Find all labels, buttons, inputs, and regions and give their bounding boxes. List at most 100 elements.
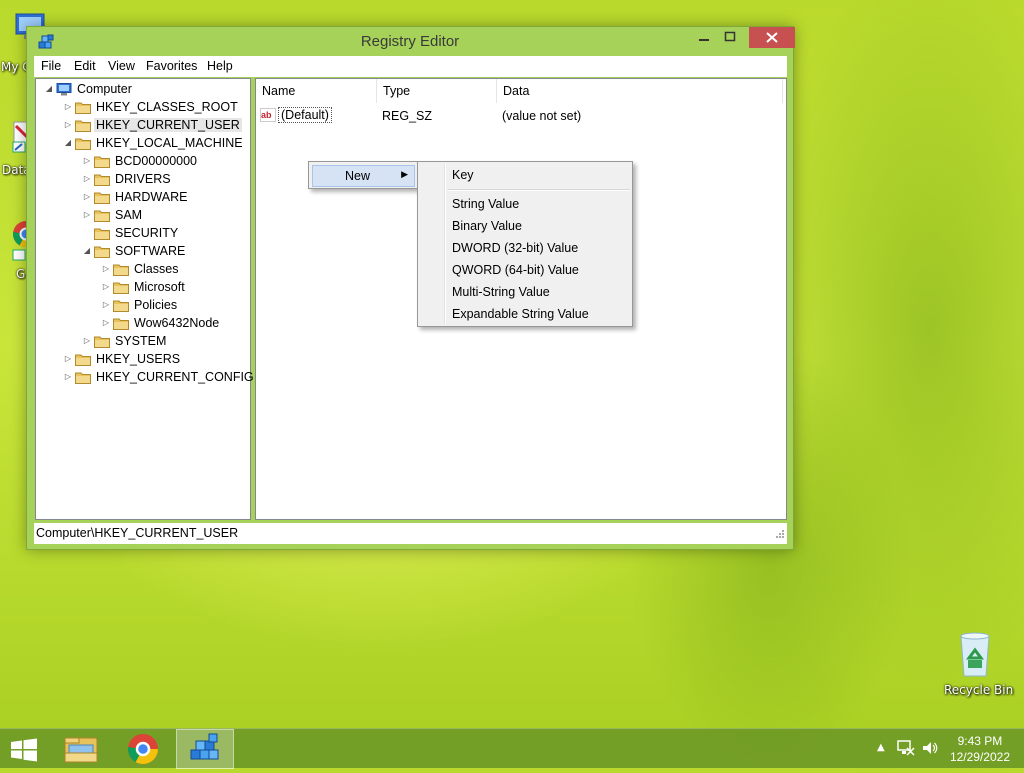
expand-arrow-icon[interactable]: ▷	[63, 102, 73, 112]
tree-node-label: HKEY_CURRENT_CONFIG	[96, 370, 254, 384]
folder-icon	[94, 335, 110, 348]
status-path: Computer\HKEY_CURRENT_USER	[36, 526, 239, 540]
tree-node[interactable]: ▷ Classes	[101, 260, 180, 278]
expand-arrow-icon[interactable]: ▷	[82, 210, 92, 220]
tree-node[interactable]: SECURITY	[82, 224, 180, 242]
desktop-icon-label: G	[16, 267, 26, 281]
tree-node[interactable]: ▷ Wow6432Node	[101, 314, 221, 332]
expand-arrow-icon[interactable]: ▷	[63, 372, 73, 382]
taskbar-google-chrome[interactable]	[114, 729, 172, 769]
tree-node-label: Policies	[134, 298, 178, 312]
maximize-icon	[724, 31, 736, 42]
tree-node[interactable]: ▷ HKEY_USERS	[63, 350, 182, 368]
tree-node[interactable]: ◢ SOFTWARE	[82, 242, 187, 260]
tree-node[interactable]: ▷ HKEY_CURRENT_CONFIG	[63, 368, 256, 386]
value-row[interactable]: ab (Default)	[260, 106, 332, 124]
folder-icon	[75, 101, 91, 114]
tree-node-label: DRIVERS	[115, 172, 171, 186]
expand-arrow-icon[interactable]: ▷	[82, 156, 92, 166]
expand-arrow-icon[interactable]: ▷	[82, 192, 92, 202]
tree-node[interactable]: ▷ SAM	[82, 206, 144, 224]
resize-grip-icon[interactable]	[775, 528, 785, 542]
collapse-arrow-icon[interactable]: ◢	[44, 84, 54, 94]
tree-node-label: Computer	[77, 82, 132, 96]
menu-view[interactable]: View	[108, 58, 135, 74]
expand-arrow-icon[interactable]: ▷	[63, 354, 73, 364]
submenu-item-dword-value[interactable]: DWORD (32-bit) Value	[452, 238, 578, 258]
expand-arrow-icon[interactable]: ▷	[101, 264, 111, 274]
folder-icon	[94, 227, 110, 240]
svg-text:ab: ab	[261, 110, 272, 120]
collapse-arrow-icon[interactable]: ◢	[82, 246, 92, 256]
taskbar-registry-editor[interactable]	[176, 729, 234, 769]
new-submenu: Key String Value Binary Value DWORD (32-…	[417, 161, 633, 327]
expand-arrow-icon[interactable]: ▷	[101, 282, 111, 292]
folder-icon	[75, 137, 91, 150]
show-hidden-icons-icon[interactable]: ▲	[877, 742, 885, 753]
column-header-name[interactable]: Name	[256, 79, 377, 103]
submenu-item-multi-string-value[interactable]: Multi-String Value	[452, 282, 550, 302]
value-name: (Default)	[278, 107, 332, 123]
tree-node-label: HKEY_USERS	[96, 352, 181, 366]
folder-icon	[94, 155, 110, 168]
system-clock[interactable]: 9:43 PM 12/29/2022	[950, 733, 1010, 765]
close-icon	[766, 32, 778, 43]
minimize-button[interactable]	[691, 27, 717, 48]
collapse-arrow-icon[interactable]: ◢	[63, 138, 73, 148]
recycle-bin-icon	[960, 632, 990, 677]
expand-arrow-icon[interactable]: ▷	[63, 120, 73, 130]
menu-help[interactable]: Help	[207, 58, 233, 74]
clock-time: 9:43 PM	[957, 734, 1003, 748]
tree-node-label: HARDWARE	[115, 190, 188, 204]
tree-node-label: SECURITY	[115, 226, 179, 240]
tree-node[interactable]: ▷ Microsoft	[101, 278, 187, 296]
taskbar: ▲ 9:43 PM 12/29/2022	[0, 728, 1024, 769]
volume-icon[interactable]	[921, 740, 939, 759]
column-header-type[interactable]: Type	[377, 79, 497, 103]
start-button[interactable]	[10, 738, 38, 765]
tree-node[interactable]: ◢ Computer	[44, 80, 134, 98]
close-button[interactable]	[749, 27, 795, 48]
folder-icon	[94, 209, 110, 222]
menu-favorites[interactable]: Favorites	[146, 58, 197, 74]
submenu-item-qword-value[interactable]: QWORD (64-bit) Value	[452, 260, 579, 280]
title-bar[interactable]: Registry Editor	[27, 27, 795, 57]
chrome-icon	[128, 734, 158, 765]
tree-node[interactable]: ◢ HKEY_LOCAL_MACHINE	[63, 134, 245, 152]
context-menu-item-new[interactable]: New ▶	[312, 165, 415, 187]
tree-node[interactable]: ▷ SYSTEM	[82, 332, 168, 350]
computer-icon	[56, 82, 72, 96]
tree-connector	[82, 228, 92, 238]
tree-node[interactable]: ▷ Policies	[101, 296, 179, 314]
desktop-icon-recycle-bin[interactable]	[955, 630, 995, 680]
tree-node[interactable]: ▷ HKEY_CURRENT_USER	[63, 116, 242, 134]
tree-node[interactable]: ▷ HARDWARE	[82, 188, 189, 206]
submenu-item-string-value[interactable]: String Value	[452, 194, 519, 214]
submenu-item-binary-value[interactable]: Binary Value	[452, 216, 522, 236]
status-bar: Computer\HKEY_CURRENT_USER	[34, 523, 787, 544]
tree-node[interactable]: ▷ HKEY_CLASSES_ROOT	[63, 98, 240, 116]
submenu-item-expandable-string-value[interactable]: Expandable String Value	[452, 304, 589, 324]
menu-bar: File Edit View Favorites Help	[34, 56, 787, 77]
registry-tree[interactable]: ◢ Computer ▷ HKEY_CLASSES_ROOT ▷ HKEY_CURRENT…	[35, 78, 254, 520]
expand-arrow-icon[interactable]: ▷	[82, 174, 92, 184]
tree-node-label: SYSTEM	[115, 334, 167, 348]
column-header-data[interactable]: Data	[497, 79, 783, 103]
tree-node[interactable]: ▷ DRIVERS	[82, 170, 173, 188]
expand-arrow-icon[interactable]: ▷	[101, 300, 111, 310]
tree-node-label: Wow6432Node	[134, 316, 220, 330]
tree-node-label: Microsoft	[134, 280, 185, 294]
expand-arrow-icon[interactable]: ▷	[101, 318, 111, 328]
menu-file[interactable]: File	[41, 58, 61, 74]
tree-node[interactable]: ▷ BCD00000000	[82, 152, 199, 170]
submenu-item-key[interactable]: Key	[452, 165, 474, 185]
tree-node-label: HKEY_CLASSES_ROOT	[96, 100, 238, 114]
maximize-button[interactable]	[717, 27, 743, 48]
folder-icon	[75, 119, 91, 132]
taskbar-file-explorer[interactable]	[52, 729, 110, 769]
string-value-icon: ab	[260, 108, 276, 122]
network-icon[interactable]	[897, 740, 915, 759]
expand-arrow-icon[interactable]: ▷	[82, 336, 92, 346]
context-menu: New ▶	[308, 161, 418, 189]
menu-edit[interactable]: Edit	[74, 58, 96, 74]
